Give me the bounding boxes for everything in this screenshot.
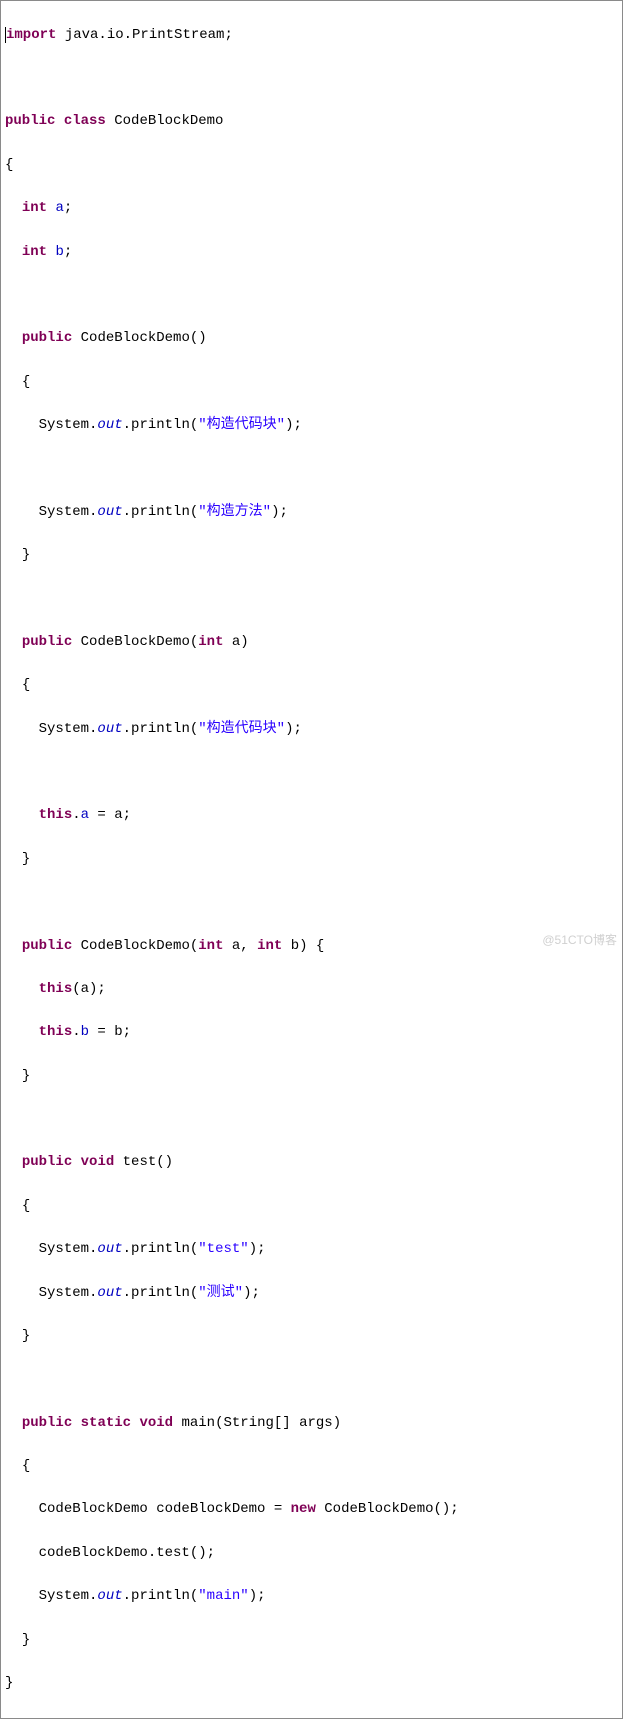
code-line: { xyxy=(5,675,618,697)
code-line: CodeBlockDemo codeBlockDemo = new CodeBl… xyxy=(5,1499,618,1521)
code-line xyxy=(5,458,618,480)
code-line: int b; xyxy=(5,242,618,264)
code-line: System.out.println("构造代码块"); xyxy=(5,719,618,741)
code-line: public class CodeBlockDemo xyxy=(5,111,618,133)
code-line: this.a = a; xyxy=(5,805,618,827)
code-editor: import java.io.PrintStream; public class… xyxy=(0,0,623,1719)
code-line: { xyxy=(5,1456,618,1478)
code-line: public void test() xyxy=(5,1152,618,1174)
code-line: int a; xyxy=(5,198,618,220)
code-line: { xyxy=(5,155,618,177)
code-line: } xyxy=(5,1673,618,1695)
code-line xyxy=(5,285,618,307)
code-line: System.out.println("测试"); xyxy=(5,1283,618,1305)
code-line: public CodeBlockDemo(int a) xyxy=(5,632,618,654)
code-line: this(a); xyxy=(5,979,618,1001)
code-line: codeBlockDemo.test(); xyxy=(5,1543,618,1565)
keyword-import: import xyxy=(6,27,56,43)
code-line: } xyxy=(5,1066,618,1088)
code-line: public CodeBlockDemo() xyxy=(5,328,618,350)
code-line xyxy=(5,762,618,784)
code-line xyxy=(5,68,618,90)
code-line xyxy=(5,589,618,611)
code-line: } xyxy=(5,1326,618,1348)
code-line: { xyxy=(5,372,618,394)
code-line: } xyxy=(5,1630,618,1652)
code-line: { xyxy=(5,1196,618,1218)
code-line: System.out.println("test"); xyxy=(5,1239,618,1261)
code-line: System.out.println("main"); xyxy=(5,1586,618,1608)
code-line xyxy=(5,1369,618,1391)
code-line xyxy=(5,892,618,914)
code-line xyxy=(5,1109,618,1131)
code-line: System.out.println("构造代码块"); xyxy=(5,415,618,437)
code-line: import java.io.PrintStream; xyxy=(5,25,618,47)
watermark-text: @51CTO博客 xyxy=(542,931,617,950)
code-line: this.b = b; xyxy=(5,1022,618,1044)
code-line: public static void main(String[] args) xyxy=(5,1413,618,1435)
code-line: System.out.println("构造方法"); xyxy=(5,502,618,524)
code-line: } xyxy=(5,849,618,871)
code-line: } xyxy=(5,545,618,567)
